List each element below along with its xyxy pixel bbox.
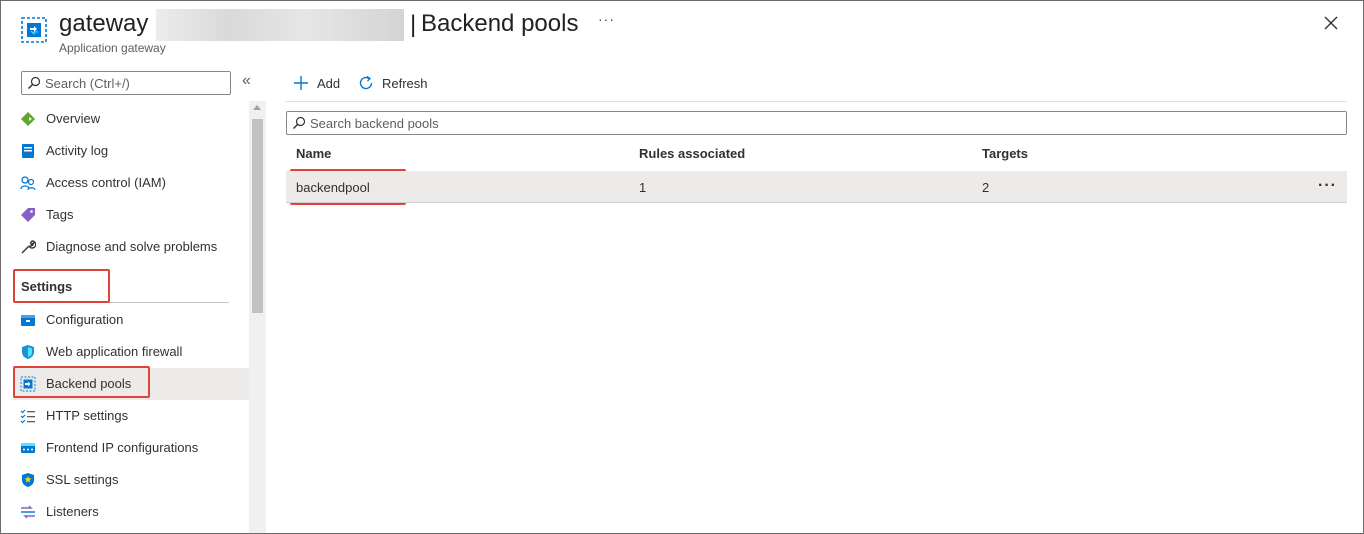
sidebar-item-label: Listeners xyxy=(46,504,99,519)
sidebar-search[interactable] xyxy=(21,71,231,95)
sidebar-item-ssl-settings[interactable]: SSL settings xyxy=(13,464,249,496)
sidebar-scrollbar[interactable] xyxy=(249,101,266,533)
scrollbar-thumb[interactable] xyxy=(252,119,263,313)
column-header-name[interactable]: Name xyxy=(296,146,331,161)
sidebar-item-label: Configuration xyxy=(46,312,124,327)
sidebar-item-http-settings[interactable]: HTTP settings xyxy=(13,400,249,432)
overview-icon xyxy=(21,112,35,126)
sidebar-item-activity-log[interactable]: Activity log xyxy=(13,135,249,167)
sidebar-item-label: Frontend IP configurations xyxy=(46,440,199,455)
column-header-rules[interactable]: Rules associated xyxy=(639,146,745,161)
backend-pools-icon xyxy=(20,376,36,392)
sidebar-item-access-control[interactable]: Access control (IAM) xyxy=(13,167,249,199)
row-more-options-button[interactable]: ··· xyxy=(1318,177,1337,195)
page-title: Backend pools xyxy=(421,10,579,37)
ssl-shield-icon xyxy=(22,473,34,487)
sidebar-item-tags[interactable]: Tags xyxy=(13,199,249,231)
sidebar-item-frontend-ip[interactable]: Frontend IP configurations xyxy=(13,432,249,464)
sidebar-item-waf[interactable]: Web application firewall xyxy=(13,336,249,368)
close-icon[interactable] xyxy=(1321,13,1341,33)
add-button[interactable]: Add xyxy=(292,73,348,93)
blade-window: gateway | Backend pools ··· Application … xyxy=(0,0,1364,534)
plus-icon xyxy=(294,76,308,90)
listeners-icon xyxy=(21,505,35,519)
sidebar-item-overview[interactable]: Overview xyxy=(13,103,249,135)
sidebar-item-label: Overview xyxy=(46,111,101,126)
settings-section-title: Settings xyxy=(21,279,73,294)
section-divider xyxy=(21,302,229,303)
backend-pools-search[interactable] xyxy=(286,111,1347,135)
sidebar-item-label: Activity log xyxy=(46,143,109,158)
redacted-name-block xyxy=(156,9,404,41)
http-settings-icon xyxy=(20,409,35,424)
cell-rules-associated: 1 xyxy=(639,180,647,195)
scroll-up-arrow-icon[interactable] xyxy=(253,105,261,110)
sidebar-item-label: Access control (IAM) xyxy=(46,175,166,190)
activity-log-icon xyxy=(22,144,34,158)
more-options-button[interactable]: ··· xyxy=(598,11,615,27)
refresh-button[interactable]: Refresh xyxy=(357,73,433,93)
sidebar-item-label: HTTP settings xyxy=(46,408,129,423)
add-button-label: Add xyxy=(317,76,341,91)
tag-icon xyxy=(21,208,35,222)
cell-name-link[interactable]: backendpool xyxy=(296,180,370,195)
sidebar-item-backend-pools[interactable]: Backend pools xyxy=(13,368,249,400)
wrench-icon xyxy=(21,240,36,254)
sidebar-item-label: Backend pools xyxy=(46,376,132,391)
configuration-icon xyxy=(21,315,35,326)
collapse-sidebar-button[interactable]: « xyxy=(242,72,258,92)
refresh-button-label: Refresh xyxy=(382,76,428,91)
table-row[interactable]: backendpool 1 2 ··· xyxy=(286,171,1347,203)
sidebar-search-input[interactable] xyxy=(45,74,225,92)
refresh-icon xyxy=(359,75,373,90)
column-header-targets[interactable]: Targets xyxy=(982,146,1028,161)
frontend-ip-icon xyxy=(21,443,35,453)
sidebar-item-listeners[interactable]: Listeners xyxy=(13,496,249,528)
search-icon xyxy=(28,76,41,89)
toolbar-divider xyxy=(285,101,1347,102)
title-separator: | xyxy=(410,11,417,38)
sidebar-item-label: Diagnose and solve problems xyxy=(46,239,218,254)
search-icon xyxy=(293,116,306,129)
resource-type-label: Application gateway xyxy=(59,41,166,55)
sidebar-item-label: SSL settings xyxy=(46,472,119,487)
sidebar-item-configuration[interactable]: Configuration xyxy=(13,304,249,336)
access-control-icon xyxy=(20,176,36,191)
cell-targets: 2 xyxy=(982,180,990,195)
sidebar-item-label: Tags xyxy=(46,207,74,222)
backend-pools-search-input[interactable] xyxy=(310,114,1330,132)
sidebar-item-label: Web application firewall xyxy=(46,344,183,359)
application-gateway-icon xyxy=(21,17,47,43)
shield-icon xyxy=(22,345,34,359)
resource-name: gateway xyxy=(59,10,149,37)
sidebar-item-diagnose[interactable]: Diagnose and solve problems xyxy=(13,231,249,263)
